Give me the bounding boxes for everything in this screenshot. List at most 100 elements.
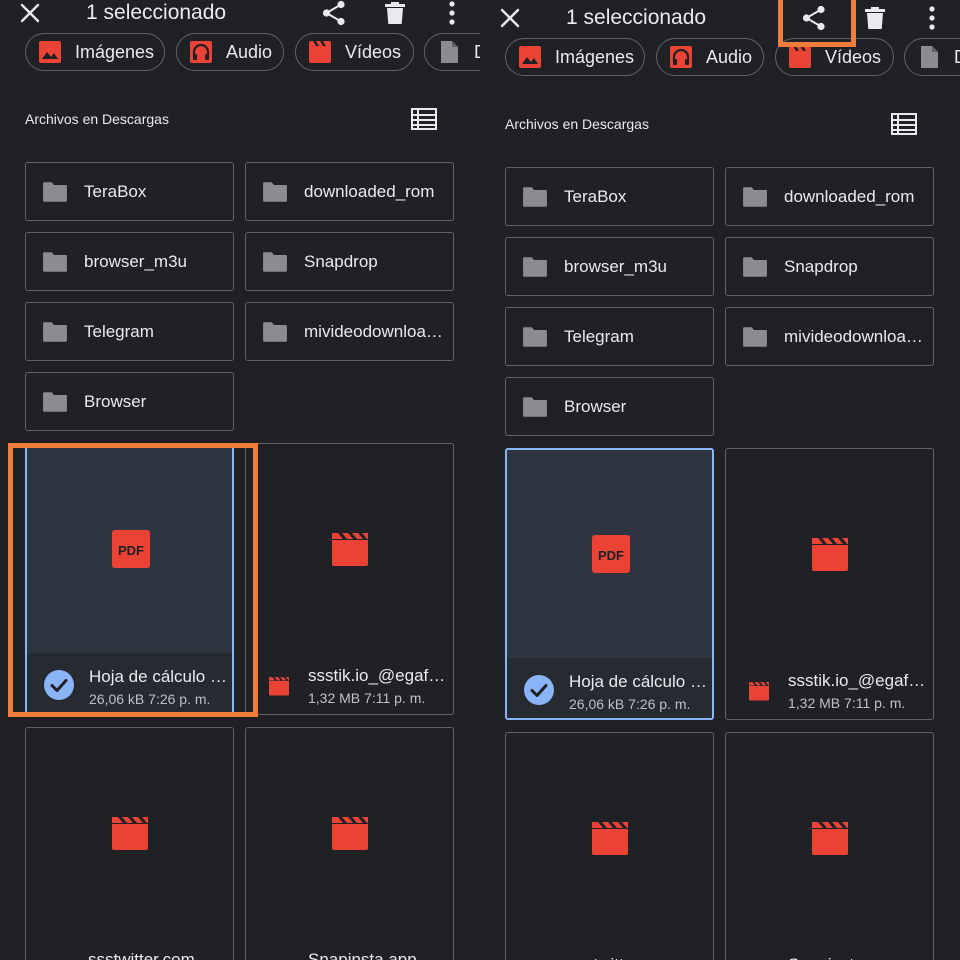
file-thumbnail xyxy=(27,445,232,653)
file-info: Hoja de cálculo sin título.pdf 26,06 kB … xyxy=(507,658,712,718)
list-view-icon[interactable] xyxy=(411,108,437,130)
delete-icon[interactable] xyxy=(384,0,406,26)
folder-item[interactable]: Snapdrop xyxy=(725,237,934,296)
close-icon[interactable] xyxy=(17,0,43,26)
file-info: Snapinsta.app xyxy=(726,941,933,960)
files-app-screen: 1 seleccionado Imágenes Audio Vídeos D xyxy=(0,0,480,960)
file-meta: 1,32 MB 7:11 p. m. xyxy=(788,695,905,711)
file-time: 7:26 p. m. xyxy=(628,696,691,712)
selection-count-title: 1 seleccionado xyxy=(566,6,707,29)
folder-item[interactable]: TeraBox xyxy=(25,162,234,221)
folder-item[interactable]: Snapdrop xyxy=(245,232,454,291)
chip-documents[interactable]: D xyxy=(424,33,480,71)
file-item[interactable]: ssstwitter.com xyxy=(25,727,234,960)
folder-name: browser_m3u xyxy=(564,257,667,276)
chip-images[interactable]: Imágenes xyxy=(505,38,645,76)
more-vert-icon[interactable] xyxy=(442,1,462,25)
folder-icon xyxy=(262,181,288,203)
folder-item[interactable]: downloaded_rom xyxy=(245,162,454,221)
check-circle-icon[interactable] xyxy=(523,674,555,706)
folder-item[interactable]: browser_m3u xyxy=(25,232,234,291)
document-icon xyxy=(917,45,941,69)
share-icon[interactable] xyxy=(321,0,347,26)
folder-icon xyxy=(742,186,768,208)
folder-item[interactable]: mivideodownloader xyxy=(725,307,934,366)
folder-name: mivideodownloader xyxy=(304,322,448,341)
file-meta: 26,06 kB 7:26 p. m. xyxy=(89,691,210,707)
folder-item[interactable]: mivideodownloader xyxy=(245,302,454,361)
folder-item[interactable]: downloaded_rom xyxy=(725,167,934,226)
file-name: Hoja de cálculo sin título.pdf xyxy=(89,667,229,686)
headphones-icon xyxy=(189,40,213,64)
movie-icon xyxy=(109,814,151,852)
image-icon xyxy=(518,45,542,69)
movie-icon xyxy=(266,676,292,696)
folder-name: Telegram xyxy=(84,322,154,341)
file-item[interactable]: ssstik.io_@egafilms.mp4 1,32 MB 7:11 p. … xyxy=(245,443,454,715)
folder-name: browser_m3u xyxy=(84,252,187,271)
section-title: Archivos en Descargas xyxy=(25,111,169,127)
folder-icon xyxy=(742,256,768,278)
file-item-selected[interactable]: Hoja de cálculo sin título.pdf 26,06 kB … xyxy=(25,443,234,715)
chip-audio[interactable]: Audio xyxy=(176,33,284,71)
chip-label: Imágenes xyxy=(75,41,155,62)
folder-name: mivideodownloader xyxy=(784,327,928,346)
file-item[interactable]: ssstik.io_@egafilms.mp4 1,32 MB 7:11 p. … xyxy=(725,448,934,720)
file-time: 7:11 p. m. xyxy=(844,695,906,711)
folder-icon xyxy=(522,256,548,278)
selection-toolbar: 1 seleccionado xyxy=(480,5,960,37)
folder-name: Snapdrop xyxy=(784,257,858,276)
file-info: ssstwitter.com xyxy=(26,936,233,960)
folder-icon xyxy=(42,181,68,203)
category-chips: Imágenes Audio Vídeos D xyxy=(480,38,960,78)
chip-images[interactable]: Imágenes xyxy=(25,33,165,71)
close-icon[interactable] xyxy=(497,5,523,31)
file-time: 7:11 p. m. xyxy=(364,690,426,706)
files-app-screen: 1 seleccionado Imágenes Audio Vídeos D xyxy=(480,0,960,960)
folder-item[interactable]: Telegram xyxy=(505,307,714,366)
file-item[interactable]: ssstwitter.com xyxy=(505,732,714,960)
list-view-icon[interactable] xyxy=(891,113,917,135)
folder-name: Snapdrop xyxy=(304,252,378,271)
pdf-icon xyxy=(111,529,151,569)
file-name: Snapinsta.app xyxy=(788,955,928,960)
file-name: ssstwitter.com xyxy=(568,955,708,960)
file-item[interactable]: Snapinsta.app xyxy=(245,727,454,960)
movie-icon xyxy=(809,819,851,857)
chip-documents[interactable]: D xyxy=(904,38,960,76)
file-size: 1,32 MB xyxy=(788,695,841,711)
pdf-icon xyxy=(591,534,631,574)
folder-item[interactable]: Browser xyxy=(505,377,714,436)
folder-item[interactable]: Browser xyxy=(25,372,234,431)
chip-label: D xyxy=(954,47,960,68)
chip-videos[interactable]: Vídeos xyxy=(295,33,414,71)
right-screenshot-panel: 1 seleccionado Imágenes Audio Vídeos D xyxy=(480,0,960,960)
movie-icon xyxy=(788,45,812,69)
file-thumbnail xyxy=(246,444,453,652)
chip-videos[interactable]: Vídeos xyxy=(775,38,894,76)
file-info: Snapinsta.app xyxy=(246,936,453,960)
file-size: 1,32 MB xyxy=(308,690,361,706)
folder-item[interactable]: Telegram xyxy=(25,302,234,361)
file-meta: 1,32 MB 7:11 p. m. xyxy=(308,690,425,706)
folder-item[interactable]: browser_m3u xyxy=(505,237,714,296)
chip-label: Audio xyxy=(706,46,753,67)
folder-icon xyxy=(42,321,68,343)
movie-icon xyxy=(809,535,851,573)
file-info: ssstik.io_@egafilms.mp4 1,32 MB 7:11 p. … xyxy=(726,657,933,719)
chip-audio[interactable]: Audio xyxy=(656,38,764,76)
movie-icon xyxy=(329,530,371,568)
folder-item[interactable]: TeraBox xyxy=(505,167,714,226)
file-item-selected[interactable]: Hoja de cálculo sin título.pdf 26,06 kB … xyxy=(505,448,714,720)
more-vert-icon[interactable] xyxy=(922,6,942,30)
chip-label: Audio xyxy=(226,41,273,62)
delete-icon[interactable] xyxy=(864,5,886,31)
check-circle-icon[interactable] xyxy=(43,669,75,701)
file-name: Hoja de cálculo sin título.pdf xyxy=(569,672,709,691)
file-item[interactable]: Snapinsta.app xyxy=(725,732,934,960)
file-thumbnail xyxy=(26,728,233,936)
file-name: ssstik.io_@egafilms.mp4 xyxy=(788,671,928,690)
folder-name: downloaded_rom xyxy=(784,187,915,206)
share-icon[interactable] xyxy=(801,5,827,31)
file-thumbnail xyxy=(506,733,713,941)
